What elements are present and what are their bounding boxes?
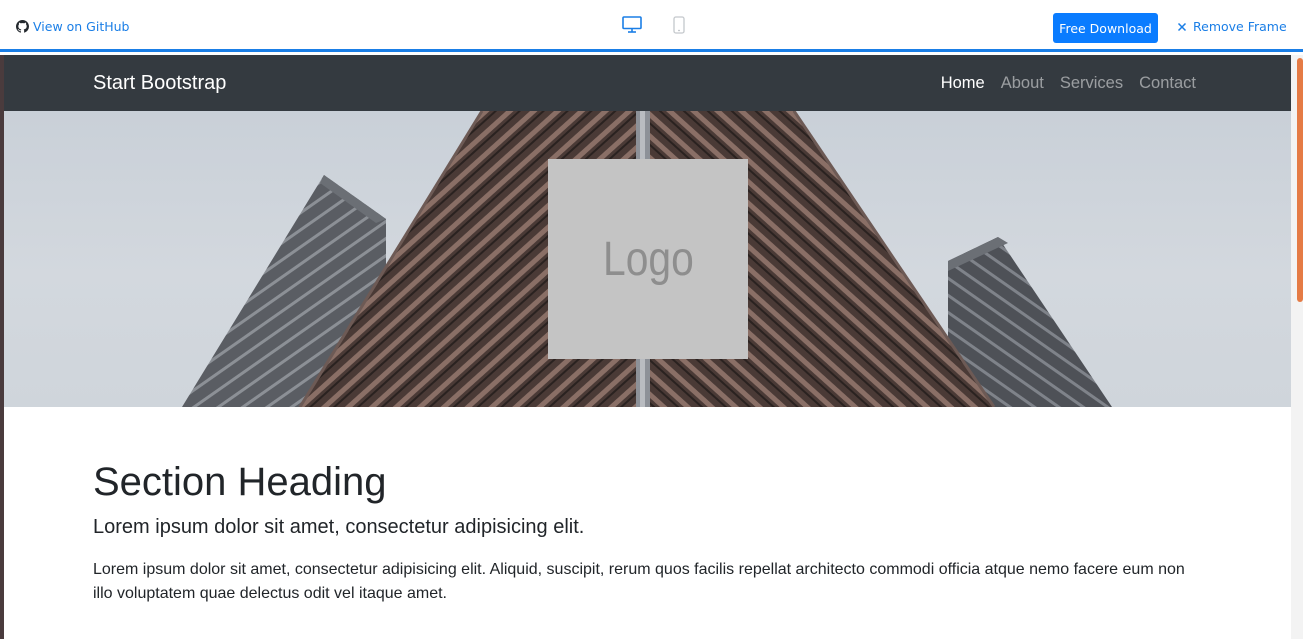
hero-logo-placeholder: Logo <box>548 159 748 359</box>
section-lead: Lorem ipsum dolor sit amet, consectetur … <box>93 516 585 538</box>
frame-scrollbar-thumb[interactable] <box>1297 58 1303 302</box>
free-download-button[interactable]: Free Download <box>1053 13 1158 43</box>
section-body: Lorem ipsum dolor sit amet, consectetur … <box>93 561 1185 602</box>
view-on-github-link[interactable]: View on GitHub <box>16 19 130 34</box>
preview-frame: Start Bootstrap Home About Services Cont… <box>4 55 1291 639</box>
nav-link-about[interactable]: About <box>1001 74 1044 93</box>
close-icon <box>1177 22 1187 31</box>
navbar-links: Home About Services Contact <box>941 74 1196 93</box>
nav-link-services[interactable]: Services <box>1060 74 1123 93</box>
mobile-phone-icon <box>673 16 685 34</box>
preview-toolbar: View on GitHub Free Download Remove Fram… <box>0 0 1303 52</box>
navbar-brand[interactable]: Start Bootstrap <box>93 72 226 95</box>
site-navbar: Start Bootstrap Home About Services Cont… <box>4 55 1291 111</box>
mobile-view-toggle[interactable] <box>673 16 685 34</box>
remove-frame-link[interactable]: Remove Frame <box>1177 19 1287 34</box>
hero-image: Logo <box>4 111 1291 407</box>
section-heading: Section Heading <box>93 460 387 504</box>
github-icon <box>16 20 29 33</box>
desktop-icon <box>622 16 642 33</box>
nav-link-home[interactable]: Home <box>941 74 985 93</box>
nav-link-contact[interactable]: Contact <box>1139 74 1196 93</box>
desktop-view-toggle[interactable] <box>622 16 642 34</box>
remove-frame-label: Remove Frame <box>1193 19 1287 34</box>
logo-text: Logo <box>602 232 694 286</box>
github-link-label: View on GitHub <box>33 19 130 34</box>
